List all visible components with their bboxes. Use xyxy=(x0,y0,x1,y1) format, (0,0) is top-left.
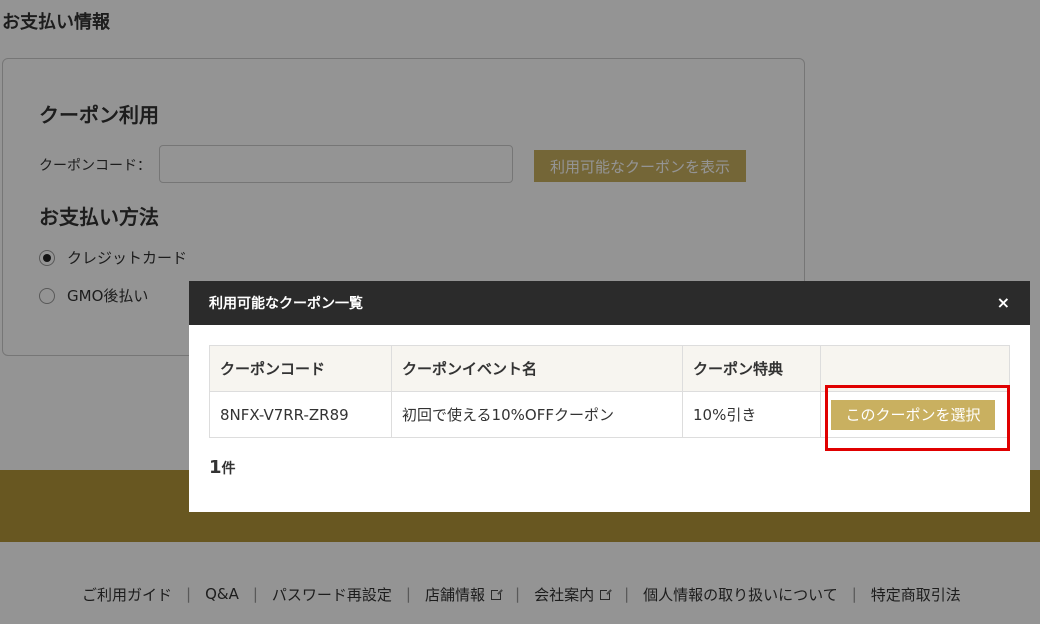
column-header-code: クーポンコード xyxy=(209,345,392,392)
coupon-count: 1件 xyxy=(209,457,236,478)
count-unit: 件 xyxy=(221,461,236,477)
highlight-box xyxy=(825,385,1010,451)
coupon-event-cell: 初回で使える10%OFFクーポン xyxy=(391,391,683,438)
coupon-benefit-cell: 10%引き xyxy=(682,391,821,438)
close-icon[interactable]: × xyxy=(997,293,1010,312)
column-header-event: クーポンイベント名 xyxy=(391,345,683,392)
coupon-code-cell: 8NFX-V7RR-ZR89 xyxy=(209,391,392,438)
count-number: 1 xyxy=(209,457,222,478)
modal-title: 利用可能なクーポン一覧 xyxy=(209,296,363,312)
modal-header: 利用可能なクーポン一覧 × xyxy=(189,281,1030,325)
coupon-list-modal: 利用可能なクーポン一覧 × クーポンコード クーポンイベント名 クーポン特典 8… xyxy=(189,281,1030,512)
column-header-benefit: クーポン特典 xyxy=(682,345,821,392)
